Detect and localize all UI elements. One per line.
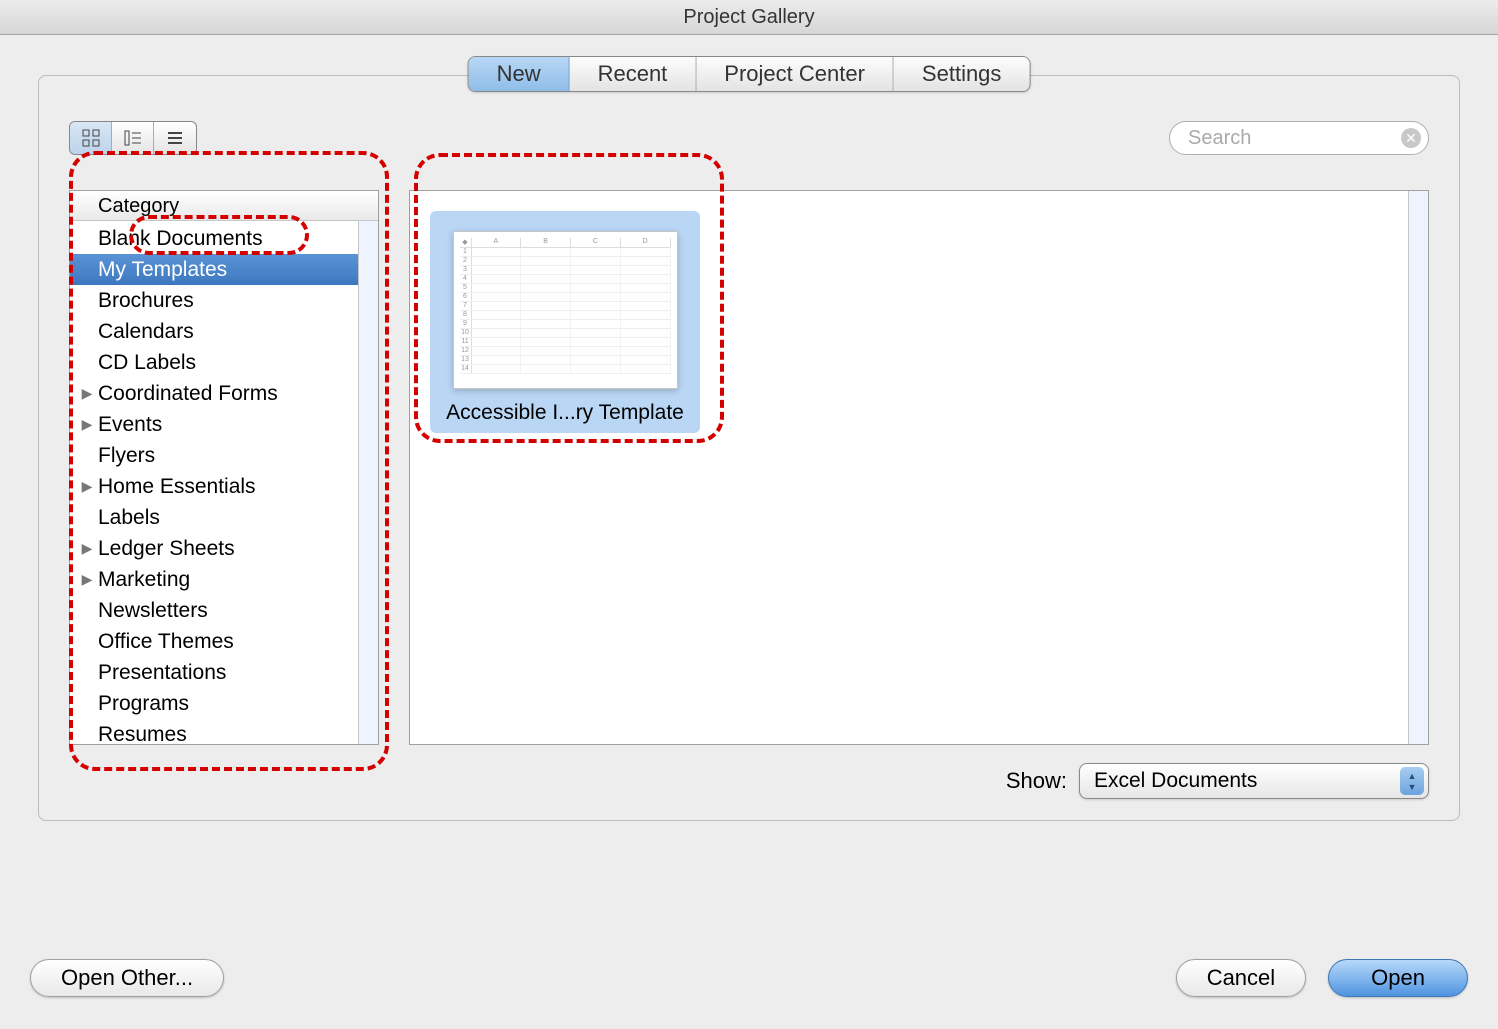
- category-item[interactable]: Office Themes: [70, 626, 358, 657]
- tab-recent[interactable]: Recent: [570, 57, 697, 91]
- category-item[interactable]: ▶Events: [70, 409, 358, 440]
- category-item-label: Events: [98, 413, 162, 437]
- show-filter-label: Show:: [1006, 768, 1067, 794]
- search-box: ✕: [1169, 121, 1429, 155]
- tab-new-label: New: [497, 61, 541, 87]
- category-item[interactable]: ▶Coordinated Forms: [70, 378, 358, 409]
- template-item[interactable]: ◆ABCD 1 2 3 4 5 6 7 8 9 10 11 12: [430, 211, 700, 433]
- category-item[interactable]: Labels: [70, 502, 358, 533]
- disclosure-triangle-icon[interactable]: ▶: [80, 416, 94, 433]
- disclosure-triangle-icon[interactable]: ▶: [80, 571, 94, 588]
- category-item-label: Calendars: [98, 320, 194, 344]
- disclosure-triangle-icon[interactable]: ▶: [80, 540, 94, 557]
- category-header-label: Category: [98, 195, 179, 217]
- open-other-label: Open Other...: [61, 965, 193, 990]
- category-list: Blank Documents My Templates Brochures Cale…: [70, 221, 358, 744]
- category-item-label: CD Labels: [98, 351, 196, 375]
- category-item[interactable]: Flyers: [70, 440, 358, 471]
- category-item-label: Coordinated Forms: [98, 382, 278, 406]
- category-item-label: Newsletters: [98, 599, 208, 623]
- category-item-label: Resumes: [98, 723, 187, 745]
- content-scrollbar[interactable]: [1408, 191, 1428, 744]
- show-filter-dropdown[interactable]: Excel Documents ▲▼: [1079, 763, 1429, 799]
- category-item-label: Ledger Sheets: [98, 537, 235, 561]
- grid-icon: [82, 129, 100, 147]
- category-item[interactable]: CD Labels: [70, 347, 358, 378]
- category-item[interactable]: ▶Marketing: [70, 564, 358, 595]
- cancel-button[interactable]: Cancel: [1176, 959, 1306, 997]
- template-label: Accessible I...ry Template: [446, 401, 684, 425]
- category-item-label: Office Themes: [98, 630, 234, 654]
- sidebar-scrollbar[interactable]: [358, 221, 378, 744]
- list-icon: [166, 129, 184, 147]
- category-item[interactable]: Programs: [70, 688, 358, 719]
- tab-settings-label: Settings: [922, 61, 1002, 87]
- category-item[interactable]: Presentations: [70, 657, 358, 688]
- category-item[interactable]: Brochures: [70, 285, 358, 316]
- tab-settings[interactable]: Settings: [894, 57, 1030, 91]
- category-item-label: Home Essentials: [98, 475, 256, 499]
- category-item-label: Blank Documents: [98, 227, 263, 251]
- view-mode-columns[interactable]: [112, 122, 154, 154]
- category-item-label: Labels: [98, 506, 160, 530]
- tab-new[interactable]: New: [469, 57, 570, 91]
- category-item[interactable]: Newsletters: [70, 595, 358, 626]
- category-sidebar: Category Blank Documents My Templates Broc…: [69, 190, 379, 745]
- view-mode-grid[interactable]: [70, 122, 112, 154]
- tab-project-center[interactable]: Project Center: [696, 57, 894, 91]
- cancel-label: Cancel: [1207, 965, 1275, 990]
- category-item-label: Flyers: [98, 444, 155, 468]
- dropdown-arrows-icon: ▲▼: [1400, 767, 1424, 795]
- tab-recent-label: Recent: [598, 61, 668, 87]
- category-item[interactable]: Blank Documents: [70, 223, 358, 254]
- template-thumbnail: ◆ABCD 1 2 3 4 5 6 7 8 9 10 11 12: [453, 231, 678, 389]
- category-item-label: Presentations: [98, 661, 226, 685]
- category-item[interactable]: Resumes: [70, 719, 358, 744]
- view-mode-segmented: [69, 121, 197, 155]
- window-title: Project Gallery: [683, 6, 814, 28]
- disclosure-triangle-icon[interactable]: ▶: [80, 385, 94, 402]
- main-panel: New Recent Project Center Settings: [38, 75, 1460, 821]
- template-grid: ◆ABCD 1 2 3 4 5 6 7 8 9 10 11 12: [409, 190, 1429, 745]
- category-item[interactable]: ▶Ledger Sheets: [70, 533, 358, 564]
- open-button[interactable]: Open: [1328, 959, 1468, 997]
- category-header: Category: [70, 191, 378, 221]
- show-filter-value: Excel Documents: [1094, 769, 1257, 793]
- category-item-label: Programs: [98, 692, 189, 716]
- disclosure-triangle-icon[interactable]: ▶: [80, 478, 94, 495]
- open-other-button[interactable]: Open Other...: [30, 959, 224, 997]
- category-item[interactable]: ▶Home Essentials: [70, 471, 358, 502]
- category-item-label: Marketing: [98, 568, 190, 592]
- columns-icon: [124, 129, 142, 147]
- category-item-label: My Templates: [98, 258, 227, 282]
- category-item[interactable]: Calendars: [70, 316, 358, 347]
- category-item[interactable]: My Templates: [70, 254, 358, 285]
- category-item-label: Brochures: [98, 289, 194, 313]
- tabbar: New Recent Project Center Settings: [468, 56, 1031, 92]
- tab-project-center-label: Project Center: [724, 61, 865, 87]
- view-mode-list[interactable]: [154, 122, 196, 154]
- window-titlebar: Project Gallery: [0, 0, 1498, 35]
- open-label: Open: [1371, 965, 1425, 990]
- search-clear-icon[interactable]: ✕: [1401, 128, 1421, 148]
- search-input[interactable]: [1169, 121, 1429, 155]
